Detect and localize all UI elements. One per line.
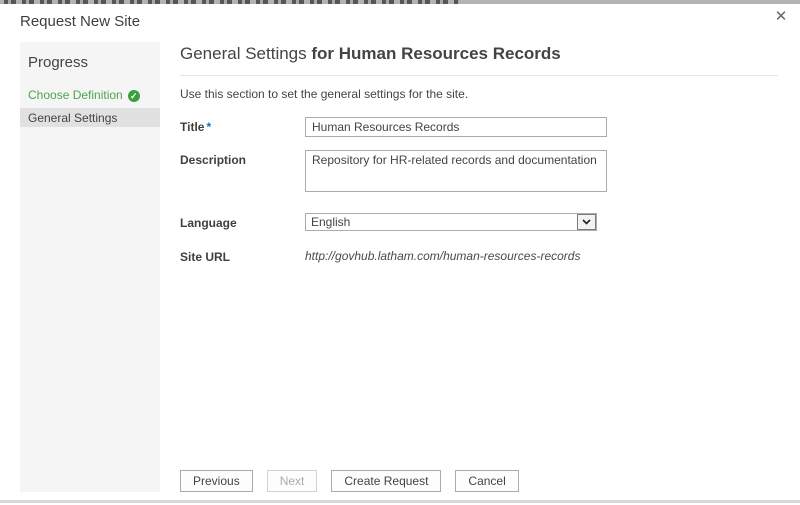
chevron-down-icon [577, 214, 596, 230]
next-button: Next [267, 470, 318, 492]
site-url-label: Site URL [180, 247, 305, 264]
step-choose-definition-label: Choose Definition [28, 87, 123, 104]
general-settings-panel: General Settings for Human Resources Rec… [180, 44, 780, 264]
clipped-browser-bar-text [4, 0, 459, 4]
title-input[interactable] [305, 117, 607, 137]
dialog-title: Request New Site [20, 13, 140, 30]
page-title-prefix: General Settings [180, 44, 311, 63]
page-title-subject: for Human Resources Records [311, 44, 560, 63]
language-select[interactable]: English [305, 213, 597, 231]
title-label-text: Title [180, 120, 204, 134]
step-general-settings[interactable]: General Settings [20, 108, 160, 127]
close-icon: ✕ [775, 8, 788, 25]
progress-heading: Progress [20, 42, 160, 87]
page-title: General Settings for Human Resources Rec… [180, 44, 778, 76]
clipped-browser-bar [0, 0, 800, 4]
step-choose-definition[interactable]: Choose Definition ✓ [20, 87, 160, 108]
step-complete-icon: ✓ [128, 90, 140, 102]
description-label: Description [180, 150, 305, 167]
wizard-buttons: Previous Next Create Request Cancel [180, 470, 533, 492]
section-intro-text: Use this section to set the general sett… [180, 87, 780, 101]
progress-sidebar: Progress Choose Definition ✓ General Set… [20, 42, 160, 492]
language-select-value: English [306, 214, 350, 230]
required-asterisk: * [206, 120, 211, 134]
page-bottom-divider [0, 500, 800, 503]
language-label: Language [180, 213, 305, 230]
previous-button[interactable]: Previous [180, 470, 253, 492]
cancel-button[interactable]: Cancel [455, 470, 518, 492]
title-label: Title* [180, 117, 305, 134]
close-button[interactable]: ✕ [770, 6, 792, 28]
description-input[interactable]: Repository for HR-related records and do… [305, 150, 607, 192]
site-url-value: http://govhub.latham.com/human-resources… [305, 247, 780, 263]
create-request-button[interactable]: Create Request [331, 470, 441, 492]
